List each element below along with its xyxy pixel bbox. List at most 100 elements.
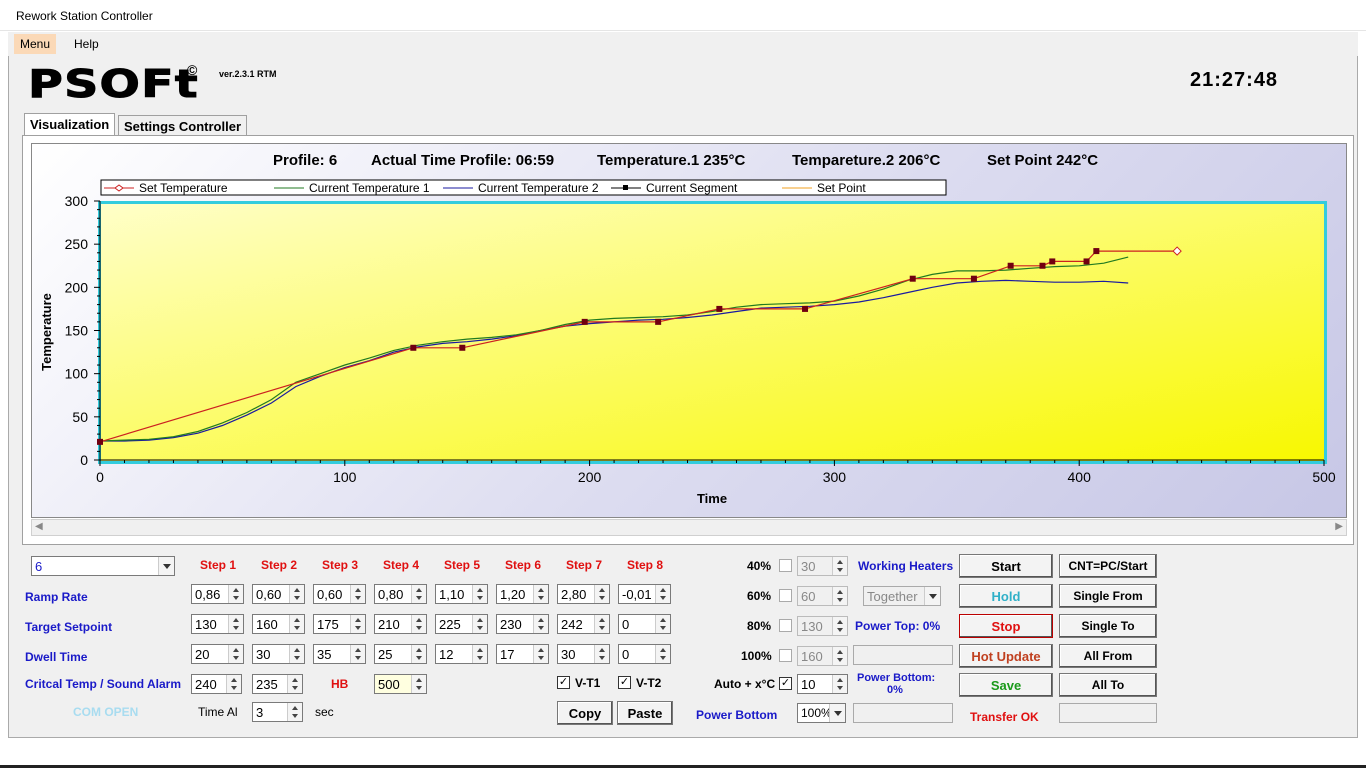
spin-buttons-icon[interactable]: [228, 615, 243, 633]
spin-buttons-icon[interactable]: [832, 617, 847, 635]
spin-buttons-icon[interactable]: [287, 703, 302, 721]
ramp-rate-step-3-input[interactable]: 0,60: [313, 584, 366, 604]
all-to-button[interactable]: All To: [1059, 673, 1157, 697]
target-setpoint-step-5-input[interactable]: 225: [435, 614, 488, 634]
power-level-checkbox-4[interactable]: [779, 649, 792, 662]
time-al-unit: sec: [315, 705, 334, 719]
spin-buttons-icon[interactable]: [832, 557, 847, 575]
target-setpoint-step-1-input[interactable]: 130: [191, 614, 244, 634]
ramp-rate-step-4-input[interactable]: 0,80: [374, 584, 427, 604]
spin-buttons-icon[interactable]: [472, 615, 487, 633]
power-level-checkbox-3[interactable]: [779, 619, 792, 632]
dwell-time-step-5-input[interactable]: 12: [435, 644, 488, 664]
single-from-button[interactable]: Single From: [1059, 584, 1157, 608]
segment-marker: [410, 344, 417, 351]
auto-offset-input[interactable]: 10: [797, 674, 848, 694]
spin-buttons-icon[interactable]: [594, 615, 609, 633]
spin-buttons-icon[interactable]: [832, 647, 847, 665]
ramp-rate-step-8-input[interactable]: -0,01: [618, 584, 671, 604]
chevron-down-icon[interactable]: [829, 704, 845, 722]
ramp-rate-step-2-input[interactable]: 0,60: [252, 584, 305, 604]
spin-buttons-icon[interactable]: [655, 615, 670, 633]
spin-buttons-icon[interactable]: [655, 645, 670, 663]
hot-update-button[interactable]: Hot Update: [959, 644, 1053, 668]
target-setpoint-step-4-input[interactable]: 210: [374, 614, 427, 634]
spin-buttons-icon[interactable]: [350, 585, 365, 603]
spin-buttons-icon[interactable]: [594, 585, 609, 603]
target-setpoint-step-8-input[interactable]: 0: [618, 614, 671, 634]
spin-buttons-icon[interactable]: [289, 645, 304, 663]
chevron-down-icon[interactable]: [924, 587, 940, 605]
ramp-rate-step-6-input[interactable]: 1,20: [496, 584, 549, 604]
spin-buttons-icon[interactable]: [832, 675, 847, 693]
stop-button[interactable]: Stop: [959, 614, 1053, 638]
target-setpoint-step-7-input[interactable]: 242: [557, 614, 610, 634]
copy-button[interactable]: Copy: [557, 701, 613, 725]
power-level-checkbox-1[interactable]: [779, 559, 792, 572]
cnt-pc-start-button[interactable]: CNT=PC/Start: [1059, 554, 1157, 578]
spin-buttons-icon[interactable]: [533, 645, 548, 663]
spin-buttons-icon[interactable]: [533, 615, 548, 633]
target-setpoint-step-3-input[interactable]: 175: [313, 614, 366, 634]
spin-buttons-icon[interactable]: [289, 585, 304, 603]
power-level-input-1[interactable]: 30: [797, 556, 848, 576]
power-level-input-2[interactable]: 60: [797, 586, 848, 606]
dwell-time-step-6-input[interactable]: 17: [496, 644, 549, 664]
scroll-left-icon[interactable]: ◀: [35, 521, 43, 532]
dwell-time-step-7-input[interactable]: 30: [557, 644, 610, 664]
start-button[interactable]: Start: [959, 554, 1053, 578]
power-bottom-select[interactable]: 100%: [797, 703, 846, 723]
time-al-value: 3: [256, 705, 264, 720]
power-level-input-4[interactable]: 160: [797, 646, 848, 666]
spin-buttons-icon[interactable]: [411, 675, 426, 693]
x-axis-label: Time: [697, 491, 727, 506]
spin-buttons-icon[interactable]: [411, 645, 426, 663]
spin-buttons-icon[interactable]: [594, 645, 609, 663]
spin-buttons-icon[interactable]: [289, 615, 304, 633]
scroll-right-icon[interactable]: ▶: [1335, 521, 1343, 532]
dwell-time-step-8-input[interactable]: 0: [618, 644, 671, 664]
hold-button[interactable]: Hold: [959, 584, 1053, 608]
power-level-checkbox-2[interactable]: [779, 589, 792, 602]
alarm-temp-2-input[interactable]: 235: [252, 674, 303, 694]
spin-buttons-icon[interactable]: [533, 585, 548, 603]
spin-buttons-icon[interactable]: [228, 585, 243, 603]
spin-buttons-icon[interactable]: [228, 645, 243, 663]
dwell-time-step-4-input[interactable]: 25: [374, 644, 427, 664]
profile-select[interactable]: 6: [31, 556, 175, 576]
vt1-checkbox[interactable]: ✓: [557, 676, 570, 689]
ramp-rate-step-1-input[interactable]: 0,86: [191, 584, 244, 604]
spin-buttons-icon[interactable]: [472, 645, 487, 663]
ramp-rate-step-7-input[interactable]: 2,80: [557, 584, 610, 604]
save-button[interactable]: Save: [959, 673, 1053, 697]
spin-buttons-icon[interactable]: [226, 675, 241, 693]
spin-buttons-icon[interactable]: [411, 585, 426, 603]
spin-buttons-icon[interactable]: [411, 615, 426, 633]
alarm-label: Critcal Temp / Sound Alarm: [25, 677, 182, 691]
chart-horizontal-scrollbar[interactable]: ◀ ▶: [31, 519, 1347, 536]
time-al-input[interactable]: 3: [252, 702, 303, 722]
legend-label-4: Set Point: [817, 181, 866, 195]
all-from-button[interactable]: All From: [1059, 644, 1157, 668]
dwell-time-step-2-input[interactable]: 30: [252, 644, 305, 664]
power-level-input-3[interactable]: 130: [797, 616, 848, 636]
spin-buttons-icon[interactable]: [472, 585, 487, 603]
dwell-time-step-3-input[interactable]: 35: [313, 644, 366, 664]
hb-input[interactable]: 500: [374, 674, 427, 694]
vt2-checkbox[interactable]: ✓: [618, 676, 631, 689]
spin-buttons-icon[interactable]: [350, 615, 365, 633]
spin-buttons-icon[interactable]: [350, 645, 365, 663]
paste-button[interactable]: Paste: [617, 701, 673, 725]
ramp-rate-step-5-input[interactable]: 1,10: [435, 584, 488, 604]
target-setpoint-step-2-input[interactable]: 160: [252, 614, 305, 634]
dwell-time-step-1-input[interactable]: 20: [191, 644, 244, 664]
spin-buttons-icon[interactable]: [287, 675, 302, 693]
auto-checkbox[interactable]: ✓: [779, 677, 792, 690]
spin-buttons-icon[interactable]: [655, 585, 670, 603]
alarm-temp-1-input[interactable]: 240: [191, 674, 242, 694]
heaters-mode-select[interactable]: Together: [863, 586, 941, 606]
spin-buttons-icon[interactable]: [832, 587, 847, 605]
single-to-button[interactable]: Single To: [1059, 614, 1157, 638]
target-setpoint-step-6-input[interactable]: 230: [496, 614, 549, 634]
chevron-down-icon[interactable]: [158, 557, 174, 575]
